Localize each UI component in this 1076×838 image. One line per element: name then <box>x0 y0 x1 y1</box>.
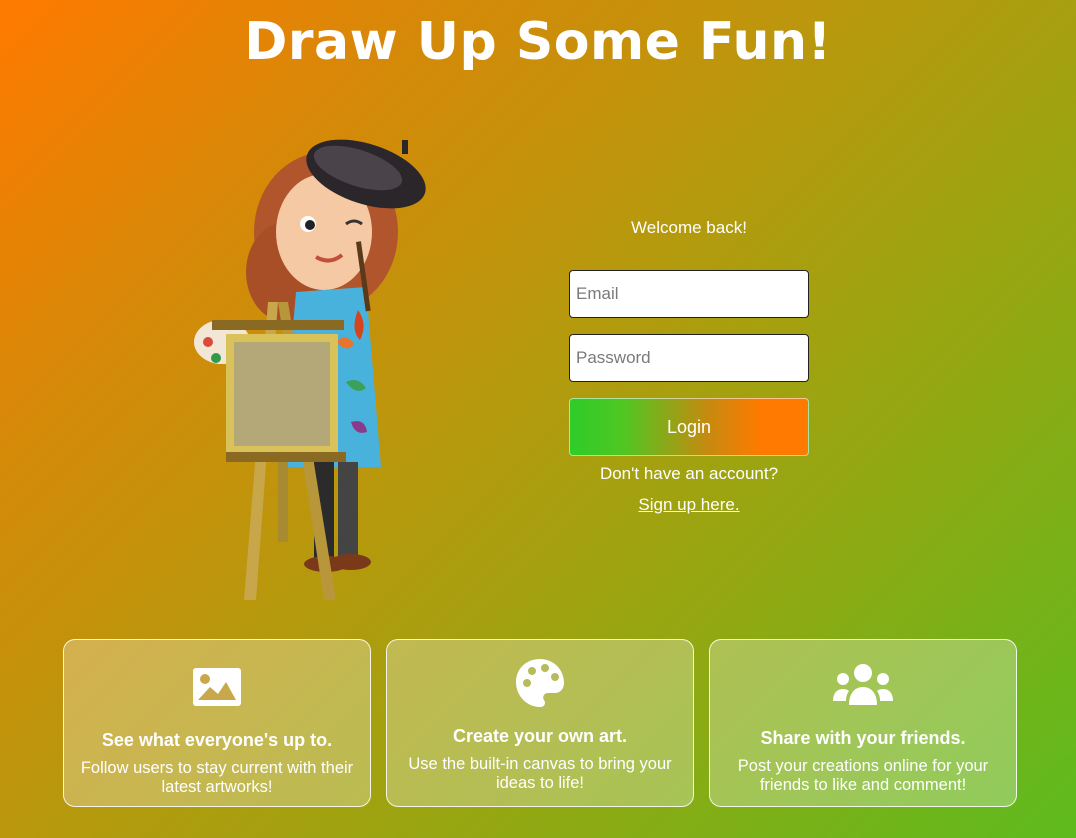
password-field[interactable] <box>569 334 809 382</box>
feature-title: Create your own art. <box>452 726 628 746</box>
feature-text: Follow users to stay current with their … <box>80 759 354 796</box>
palette-icon <box>516 659 564 707</box>
feature-card-follow: See what everyone's up to. Follow users … <box>63 639 371 807</box>
feature-text: Post your creations online for your frie… <box>737 757 989 794</box>
users-icon <box>833 664 893 705</box>
no-account-text: Don't have an account? <box>599 464 779 483</box>
painter-illustration <box>194 139 426 600</box>
feature-card-share: Share with your friends. Post your creat… <box>709 639 1017 807</box>
feature-title: See what everyone's up to. <box>101 730 333 750</box>
login-panel: Welcome back! Login Don't have an accoun… <box>569 214 809 515</box>
image-icon <box>193 668 241 706</box>
email-field[interactable] <box>569 270 809 318</box>
feature-text: Use the built-in canvas to bring your id… <box>408 755 672 792</box>
login-button[interactable]: Login <box>569 398 809 456</box>
welcome-text: Welcome back! <box>631 218 747 237</box>
feature-title: Share with your friends. <box>760 728 966 748</box>
page-title: Draw Up Some Fun! <box>244 12 832 72</box>
signup-link[interactable]: Sign up here. <box>638 495 739 515</box>
feature-card-create: Create your own art. Use the built-in ca… <box>386 639 694 807</box>
